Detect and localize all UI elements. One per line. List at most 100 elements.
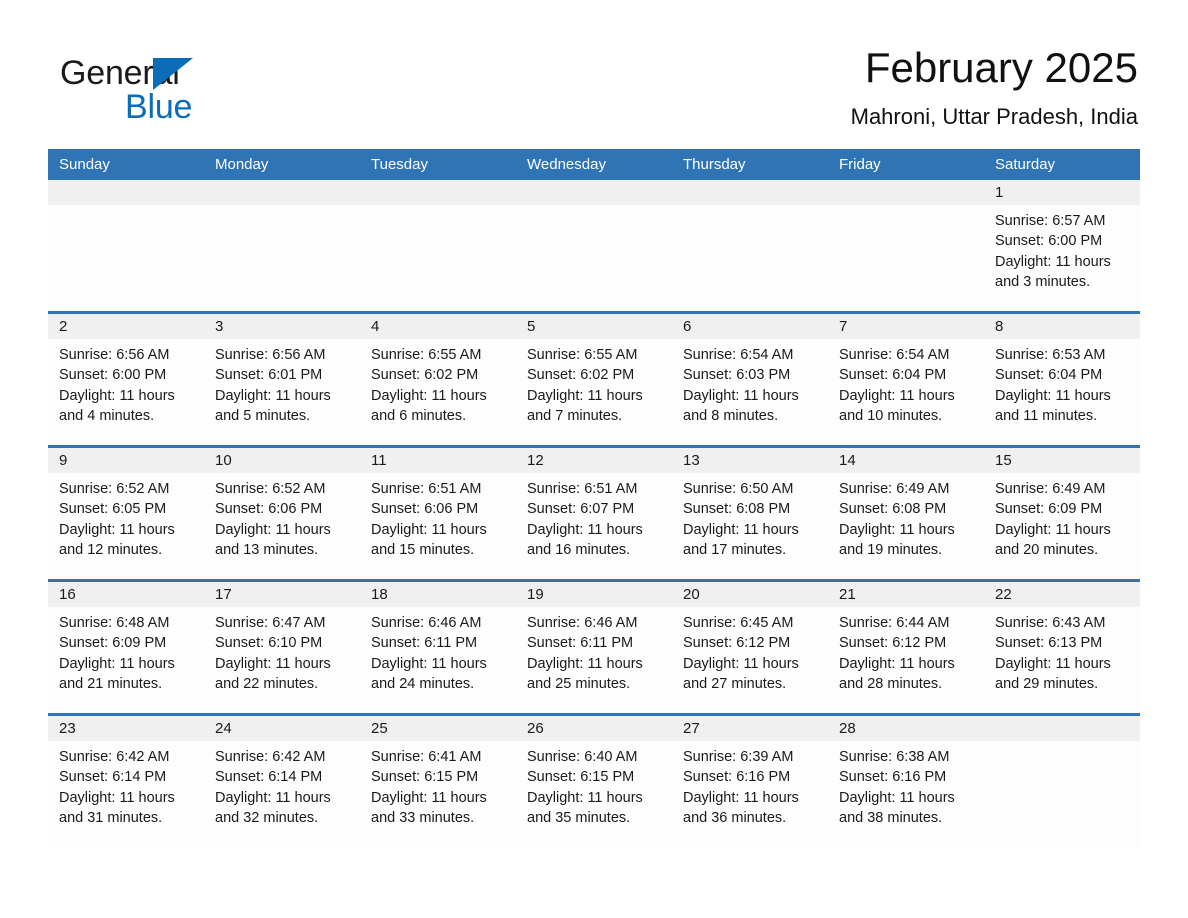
day-details: Sunrise: 6:55 AM Sunset: 6:02 PM Daylight:… <box>360 339 516 426</box>
day-number: 12 <box>516 448 672 474</box>
day-cell-3[interactable]: 3 Sunrise: 6:56 AM Sunset: 6:01 PM Daylight… <box>204 314 360 446</box>
daylight-text: Daylight: 11 hours and 13 minutes. <box>215 521 331 558</box>
sunrise-text: Sunrise: 6:52 AM <box>59 481 170 498</box>
day-cell-22[interactable]: 22 Sunrise: 6:43 AM Sunset: 6:13 PM Dayligh… <box>984 582 1140 714</box>
day-details: Sunrise: 6:54 AM Sunset: 6:03 PM Daylight:… <box>672 339 828 426</box>
calendar-page: General Blue February 2025 Mahroni, Utta… <box>0 0 1188 918</box>
day-details: Sunrise: 6:42 AM Sunset: 6:14 PM Daylight:… <box>48 741 204 828</box>
sunset-text: Sunset: 6:11 PM <box>527 635 634 652</box>
calendar-weeks: 1 Sunrise: 6:57 AM Sunset: 6:00 PM Daylight… <box>48 180 1140 848</box>
day-cell-25[interactable]: 25 Sunrise: 6:41 AM Sunset: 6:15 PM Dayligh… <box>360 716 516 848</box>
page-header: General Blue February 2025 Mahroni, Utta… <box>48 0 1140 130</box>
day-details: Sunrise: 6:45 AM Sunset: 6:12 PM Daylight:… <box>672 607 828 694</box>
sunrise-text: Sunrise: 6:53 AM <box>995 347 1106 364</box>
sunset-text: Sunset: 6:02 PM <box>371 367 479 384</box>
weekday-header-friday: Friday <box>839 156 881 174</box>
day-number: 19 <box>516 582 672 608</box>
day-cell-empty <box>204 180 360 312</box>
day-cell-24[interactable]: 24 Sunrise: 6:42 AM Sunset: 6:14 PM Dayligh… <box>204 716 360 848</box>
daylight-text: Daylight: 11 hours and 4 minutes. <box>59 387 175 424</box>
daylight-text: Daylight: 11 hours and 17 minutes. <box>683 521 799 558</box>
triangle-icon <box>153 58 193 90</box>
sunset-text: Sunset: 6:06 PM <box>371 501 479 518</box>
sunrise-text: Sunrise: 6:56 AM <box>59 347 170 364</box>
week-grid: 1 Sunrise: 6:57 AM Sunset: 6:00 PM Daylight… <box>48 180 1140 312</box>
day-number: 22 <box>984 582 1140 608</box>
day-number: 5 <box>516 314 672 340</box>
sunset-text: Sunset: 6:02 PM <box>527 367 635 384</box>
daylight-text: Daylight: 11 hours and 36 minutes. <box>683 789 799 826</box>
day-cell-1[interactable]: 1 Sunrise: 6:57 AM Sunset: 6:00 PM Daylight… <box>984 180 1140 312</box>
sunset-text: Sunset: 6:11 PM <box>371 635 478 652</box>
sunset-text: Sunset: 6:00 PM <box>995 233 1103 250</box>
day-details: Sunrise: 6:49 AM Sunset: 6:09 PM Daylight:… <box>984 473 1140 560</box>
day-number: 8 <box>984 314 1140 340</box>
sunrise-text: Sunrise: 6:47 AM <box>215 615 326 632</box>
sunset-text: Sunset: 6:09 PM <box>995 501 1103 518</box>
day-number: 13 <box>672 448 828 474</box>
generalblue-logo[interactable]: General Blue <box>48 46 308 126</box>
day-cell-21[interactable]: 21 Sunrise: 6:44 AM Sunset: 6:12 PM Dayligh… <box>828 582 984 714</box>
day-cell-18[interactable]: 18 Sunrise: 6:46 AM Sunset: 6:11 PM Dayligh… <box>360 582 516 714</box>
calendar-week-row: 9 Sunrise: 6:52 AM Sunset: 6:05 PM Daylight… <box>48 445 1140 580</box>
sunrise-text: Sunrise: 6:39 AM <box>683 749 794 766</box>
daylight-text: Daylight: 11 hours and 16 minutes. <box>527 521 643 558</box>
day-number <box>984 716 1140 742</box>
day-cell-empty <box>360 180 516 312</box>
day-cell-12[interactable]: 12 Sunrise: 6:51 AM Sunset: 6:07 PM Dayligh… <box>516 448 672 580</box>
day-cell-19[interactable]: 19 Sunrise: 6:46 AM Sunset: 6:11 PM Dayligh… <box>516 582 672 714</box>
day-cell-4[interactable]: 4 Sunrise: 6:55 AM Sunset: 6:02 PM Daylight… <box>360 314 516 446</box>
day-number: 25 <box>360 716 516 742</box>
sunset-text: Sunset: 6:15 PM <box>527 769 635 786</box>
day-cell-26[interactable]: 26 Sunrise: 6:40 AM Sunset: 6:15 PM Dayligh… <box>516 716 672 848</box>
day-cell-17[interactable]: 17 Sunrise: 6:47 AM Sunset: 6:10 PM Dayligh… <box>204 582 360 714</box>
daylight-text: Daylight: 11 hours and 11 minutes. <box>995 387 1111 424</box>
day-cell-7[interactable]: 7 Sunrise: 6:54 AM Sunset: 6:04 PM Daylight… <box>828 314 984 446</box>
sunset-text: Sunset: 6:00 PM <box>59 367 167 384</box>
sunrise-text: Sunrise: 6:50 AM <box>683 481 794 498</box>
day-cell-23[interactable]: 23 Sunrise: 6:42 AM Sunset: 6:14 PM Dayligh… <box>48 716 204 848</box>
daylight-text: Daylight: 11 hours and 3 minutes. <box>995 253 1111 290</box>
day-number: 28 <box>828 716 984 742</box>
daylight-text: Daylight: 11 hours and 8 minutes. <box>683 387 799 424</box>
calendar-table: Sunday Monday Tuesday Wednesday Thursday Frid… <box>48 149 1140 848</box>
day-number: 2 <box>48 314 204 340</box>
day-cell-5[interactable]: 5 Sunrise: 6:55 AM Sunset: 6:02 PM Daylight… <box>516 314 672 446</box>
day-details: Sunrise: 6:51 AM Sunset: 6:06 PM Daylight:… <box>360 473 516 560</box>
day-cell-9[interactable]: 9 Sunrise: 6:52 AM Sunset: 6:05 PM Daylight… <box>48 448 204 580</box>
day-cell-14[interactable]: 14 Sunrise: 6:49 AM Sunset: 6:08 PM Dayligh… <box>828 448 984 580</box>
sunrise-text: Sunrise: 6:49 AM <box>995 481 1106 498</box>
day-number: 27 <box>672 716 828 742</box>
day-details: Sunrise: 6:51 AM Sunset: 6:07 PM Daylight:… <box>516 473 672 560</box>
day-cell-empty <box>828 180 984 312</box>
sunrise-text: Sunrise: 6:44 AM <box>839 615 950 632</box>
day-cell-empty <box>48 180 204 312</box>
day-cell-6[interactable]: 6 Sunrise: 6:54 AM Sunset: 6:03 PM Daylight… <box>672 314 828 446</box>
day-number: 17 <box>204 582 360 608</box>
day-cell-2[interactable]: 2 Sunrise: 6:56 AM Sunset: 6:00 PM Daylight… <box>48 314 204 446</box>
sunset-text: Sunset: 6:12 PM <box>839 635 947 652</box>
day-cell-28[interactable]: 28 Sunrise: 6:38 AM Sunset: 6:16 PM Dayligh… <box>828 716 984 848</box>
day-cell-20[interactable]: 20 Sunrise: 6:45 AM Sunset: 6:12 PM Dayligh… <box>672 582 828 714</box>
daylight-text: Daylight: 11 hours and 27 minutes. <box>683 655 799 692</box>
sunrise-text: Sunrise: 6:42 AM <box>215 749 326 766</box>
day-number: 21 <box>828 582 984 608</box>
weekday-header-tuesday: Tuesday <box>371 156 428 174</box>
day-cell-16[interactable]: 16 Sunrise: 6:48 AM Sunset: 6:09 PM Dayligh… <box>48 582 204 714</box>
day-cell-10[interactable]: 10 Sunrise: 6:52 AM Sunset: 6:06 PM Dayligh… <box>204 448 360 580</box>
sunrise-text: Sunrise: 6:41 AM <box>371 749 482 766</box>
sunset-text: Sunset: 6:14 PM <box>215 769 323 786</box>
day-number: 6 <box>672 314 828 340</box>
sunrise-text: Sunrise: 6:43 AM <box>995 615 1106 632</box>
day-cell-13[interactable]: 13 Sunrise: 6:50 AM Sunset: 6:08 PM Dayligh… <box>672 448 828 580</box>
day-details: Sunrise: 6:39 AM Sunset: 6:16 PM Daylight:… <box>672 741 828 828</box>
sunrise-text: Sunrise: 6:52 AM <box>215 481 326 498</box>
daylight-text: Daylight: 11 hours and 20 minutes. <box>995 521 1111 558</box>
day-cell-11[interactable]: 11 Sunrise: 6:51 AM Sunset: 6:06 PM Dayligh… <box>360 448 516 580</box>
calendar-week-row: 23 Sunrise: 6:42 AM Sunset: 6:14 PM Dayligh… <box>48 713 1140 848</box>
day-cell-27[interactable]: 27 Sunrise: 6:39 AM Sunset: 6:16 PM Dayligh… <box>672 716 828 848</box>
day-cell-15[interactable]: 15 Sunrise: 6:49 AM Sunset: 6:09 PM Dayligh… <box>984 448 1140 580</box>
day-details: Sunrise: 6:53 AM Sunset: 6:04 PM Daylight:… <box>984 339 1140 426</box>
weekday-header-wednesday: Wednesday <box>527 156 606 174</box>
day-cell-8[interactable]: 8 Sunrise: 6:53 AM Sunset: 6:04 PM Daylight… <box>984 314 1140 446</box>
